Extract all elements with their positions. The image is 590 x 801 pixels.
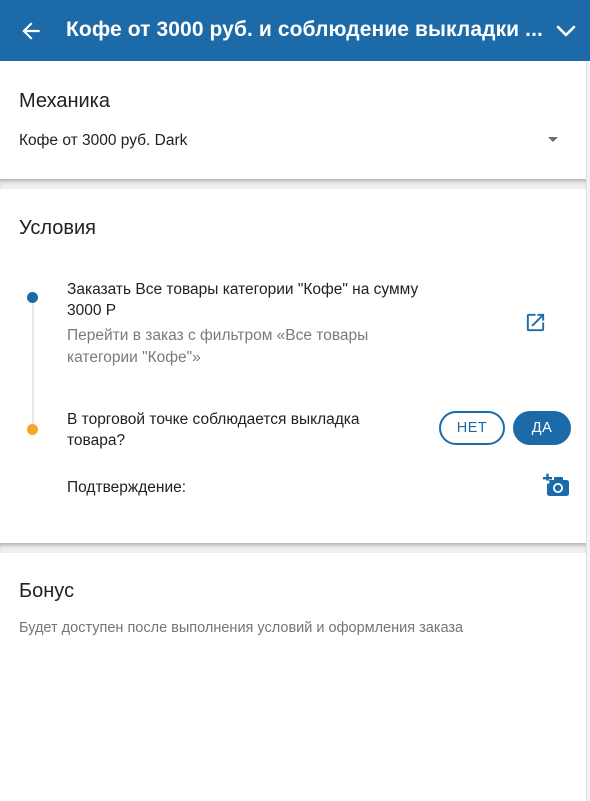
- condition-title-cont: 3000 Р: [67, 302, 117, 319]
- mechanics-heading: Механика: [19, 90, 110, 112]
- condition-title: В торговой точке соблюдается выкладка: [67, 411, 360, 428]
- chevron-down-icon[interactable]: [556, 24, 576, 38]
- mechanics-dropdown-value[interactable]: Кофе от 3000 руб. Dark: [19, 129, 187, 152]
- timeline-dot: [27, 292, 38, 303]
- order-filter-link[interactable]: Перейти в заказ с фильтром «Все товары: [67, 324, 368, 347]
- add-photo-icon[interactable]: [543, 473, 571, 498]
- bonus-text: Будет доступен после выполнения условий …: [19, 620, 464, 636]
- page-title: Кофе от 3000 руб. и соблюдение выкладки …: [66, 18, 543, 41]
- dropdown-arrow-icon[interactable]: [548, 137, 558, 142]
- section-divider: [0, 543, 586, 553]
- no-button[interactable]: НЕТ: [439, 411, 505, 445]
- condition-title: Заказать Все товары категории "Кофе" на …: [67, 281, 419, 298]
- order-filter-link-cont[interactable]: категории "Кофе"»: [67, 346, 201, 369]
- condition-title-cont: товара?: [67, 432, 126, 449]
- app-bar: Кофе от 3000 руб. и соблюдение выкладки …: [0, 0, 590, 61]
- section-divider: [0, 179, 586, 189]
- open-external-icon[interactable]: [524, 311, 547, 334]
- back-arrow-icon[interactable]: [18, 18, 44, 44]
- confirmation-label: Подтверждение:: [67, 479, 187, 496]
- timeline-dot: [27, 424, 38, 435]
- timeline-line: [32, 297, 34, 429]
- bonus-heading: Бонус: [19, 580, 75, 602]
- yes-button[interactable]: ДА: [513, 411, 571, 445]
- scrollbar-track[interactable]: [586, 61, 590, 801]
- conditions-heading: Условия: [19, 217, 97, 239]
